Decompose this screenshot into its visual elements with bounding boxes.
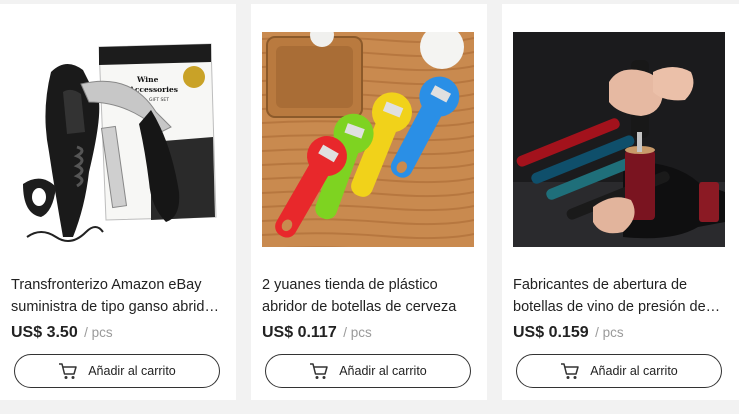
add-to-cart-label: Añadir al carrito	[339, 364, 427, 378]
price-unit: / pcs	[343, 325, 372, 340]
add-to-cart-button[interactable]: Añadir al carrito	[516, 354, 722, 388]
add-to-cart-label: Añadir al carrito	[590, 364, 678, 378]
add-to-cart-button[interactable]: Añadir al carrito	[265, 354, 471, 388]
product-card[interactable]: 2 yuanes tienda de plástico abridor de b…	[251, 4, 487, 400]
product-price: US$ 3.50	[11, 324, 78, 341]
box-label-giftset: GIFT SET	[149, 97, 169, 103]
price-unit: / pcs	[595, 325, 624, 340]
product-price: US$ 0.159	[513, 324, 589, 341]
product-title[interactable]: 2 yuanes tienda de plástico abridor de b…	[262, 274, 476, 318]
price-row: US$ 0.117 / pcs	[262, 324, 372, 342]
product-image-corkscrew[interactable]: Wine Accessories GIFT SET	[11, 32, 223, 247]
price-row: US$ 3.50 / pcs	[11, 324, 113, 342]
product-card[interactable]: Wine Accessories GIFT SET Transfronteriz…	[0, 4, 236, 400]
product-card[interactable]: Fabricantes de abertura de botellas de v…	[502, 4, 739, 400]
add-to-cart-label: Añadir al carrito	[88, 364, 176, 378]
product-image-air-opener[interactable]	[513, 32, 725, 247]
product-title[interactable]: Transfronterizo Amazon eBay suministra d…	[11, 274, 225, 318]
product-image-plastic-opener[interactable]	[262, 32, 474, 247]
box-label-wine: Wine	[136, 75, 159, 84]
price-row: US$ 0.159 / pcs	[513, 324, 624, 342]
price-unit: / pcs	[84, 325, 113, 340]
cart-icon	[309, 362, 329, 380]
cart-icon	[58, 362, 78, 380]
product-title[interactable]: Fabricantes de abertura de botellas de v…	[513, 274, 727, 318]
product-price: US$ 0.117	[262, 324, 337, 341]
cart-icon	[560, 362, 580, 380]
add-to-cart-button[interactable]: Añadir al carrito	[14, 354, 220, 388]
